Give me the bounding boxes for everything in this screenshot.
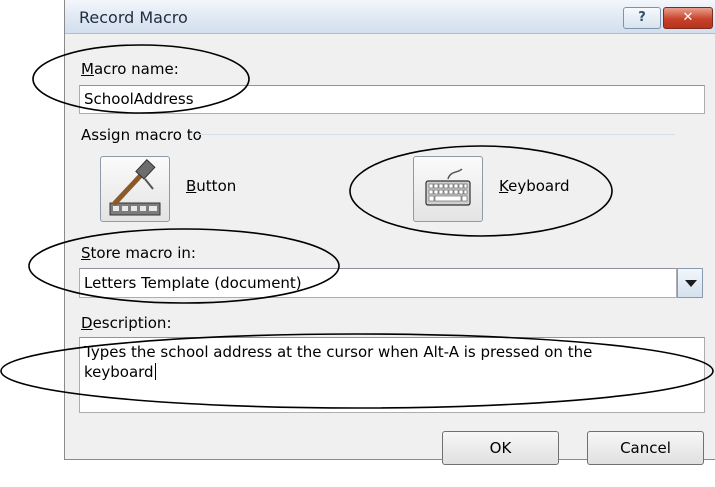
text-cursor (154, 363, 156, 380)
help-button[interactable]: ? (623, 7, 661, 29)
description-line-2: keyboard (84, 363, 156, 381)
help-icon: ? (638, 10, 646, 25)
store-macro-select[interactable]: Letters Template (document) (79, 268, 677, 298)
hammer-icon (109, 159, 161, 216)
chevron-down-icon[interactable] (677, 268, 703, 298)
macro-name-label: Macro name: (81, 60, 179, 78)
close-button[interactable]: ✕ (663, 7, 713, 29)
group-divider (195, 134, 675, 135)
cancel-button[interactable]: Cancel (587, 431, 704, 465)
keyboard-icon (425, 168, 471, 206)
keyboard-option-label: Keyboard (499, 177, 570, 195)
close-icon: ✕ (682, 10, 694, 25)
assign-to-keyboard-button[interactable] (413, 156, 483, 222)
ok-button[interactable]: OK (442, 431, 559, 465)
title-bar[interactable]: Record Macro ? ✕ (65, 0, 715, 34)
description-label: Description: (81, 314, 172, 332)
dialog-title: Record Macro (79, 8, 188, 27)
assign-to-button-button[interactable] (100, 156, 170, 222)
store-macro-label: Store macro in: (81, 244, 196, 262)
description-textarea[interactable]: Types the school address at the cursor w… (79, 337, 705, 413)
button-option-label: Button (186, 177, 237, 195)
description-line-1: Types the school address at the cursor w… (84, 343, 593, 361)
macro-name-input[interactable]: SchoolAddress (79, 85, 705, 114)
record-macro-dialog: Record Macro ? ✕ Macro name: SchoolAddre… (64, 0, 715, 465)
assign-macro-group-label: Assign macro to (81, 126, 202, 144)
